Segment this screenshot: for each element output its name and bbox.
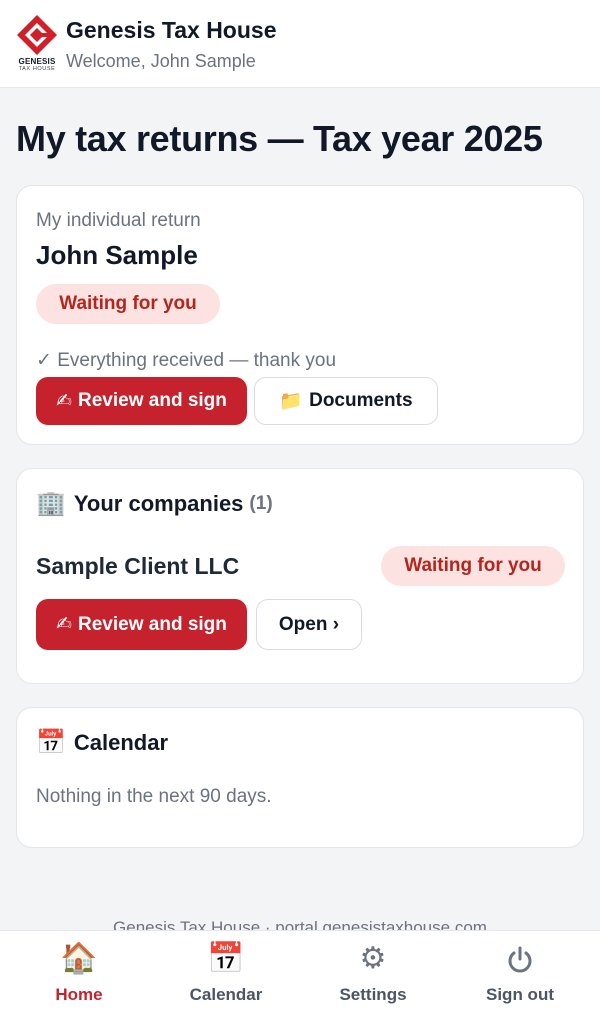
- company-name: Sample Client LLC: [36, 553, 240, 579]
- companies-heading: 🏢 Your companies (1): [36, 489, 273, 518]
- review-and-sign-label: Review and sign: [78, 390, 227, 411]
- logo-subword: TAX HOUSE: [18, 66, 56, 72]
- nav-calendar[interactable]: 📅 Calendar: [166, 941, 286, 1015]
- documents-button[interactable]: 📁 Documents: [254, 377, 438, 425]
- page-title: My tax returns — Tax year 2025: [16, 118, 543, 159]
- review-and-sign-button[interactable]: ✍ Review and sign: [36, 377, 247, 425]
- signature-icon: ✍: [56, 614, 73, 635]
- house-icon: 🏠: [60, 942, 98, 975]
- gear-icon: ⚙: [359, 942, 387, 975]
- logo-word: GENESIS: [18, 57, 56, 66]
- individual-return-kicker: My individual return: [36, 210, 201, 231]
- companies-card: 🏢 Your companies (1) Sample Client LLC W…: [16, 468, 584, 684]
- nav-settings[interactable]: ⚙ Settings: [313, 941, 433, 1015]
- folder-icon: 📁: [279, 391, 304, 412]
- companies-title: Your companies: [73, 490, 244, 516]
- company-review-and-sign-button[interactable]: ✍ Review and sign: [36, 599, 247, 650]
- nav-home-label: Home: [55, 985, 103, 1004]
- signature-icon: ✍: [56, 390, 73, 412]
- company-open-button[interactable]: Open ›: [256, 599, 362, 650]
- calendar-title: Calendar: [73, 729, 169, 755]
- taxpayer-name: John Sample: [36, 240, 198, 270]
- nav-calendar-label: Calendar: [189, 985, 263, 1004]
- calendar-empty-message: Nothing in the next 90 days.: [36, 786, 272, 807]
- documents-label: Documents: [309, 390, 413, 411]
- nav-sign-out-label: Sign out: [486, 985, 554, 1004]
- status-badge: Waiting for you: [36, 284, 220, 324]
- company-review-and-sign-label: Review and sign: [78, 613, 227, 635]
- app-header: GENESIS TAX HOUSE Genesis Tax House Welc…: [0, 0, 600, 88]
- calendar-icon: 📅: [36, 729, 66, 756]
- genesis-logo[interactable]: GENESIS TAX HOUSE: [14, 14, 60, 74]
- welcome-text: Welcome, John Sample: [66, 51, 256, 71]
- companies-count: (1): [249, 492, 273, 514]
- individual-return-card: My individual return John Sample Waiting…: [16, 185, 584, 445]
- company-status-badge: Waiting for you: [381, 546, 565, 586]
- calendar-card: 📅 Calendar Nothing in the next 90 days.: [16, 707, 584, 848]
- calendar-icon: 📅: [207, 942, 245, 975]
- nav-home[interactable]: 🏠 Home: [19, 941, 139, 1015]
- bottom-nav: 🏠 Home 📅 Calendar ⚙ Settings Sign out: [0, 930, 600, 1021]
- logo-mark-icon: [17, 15, 57, 55]
- nav-settings-label: Settings: [339, 985, 407, 1004]
- nav-sign-out[interactable]: Sign out: [460, 941, 580, 1015]
- calendar-heading: 📅 Calendar: [36, 728, 168, 757]
- brand-title: Genesis Tax House: [66, 17, 277, 43]
- documents-status-line: ✓ Everything received — thank you: [36, 350, 337, 371]
- office-building-icon: 🏢: [36, 490, 66, 517]
- power-icon: [460, 941, 580, 977]
